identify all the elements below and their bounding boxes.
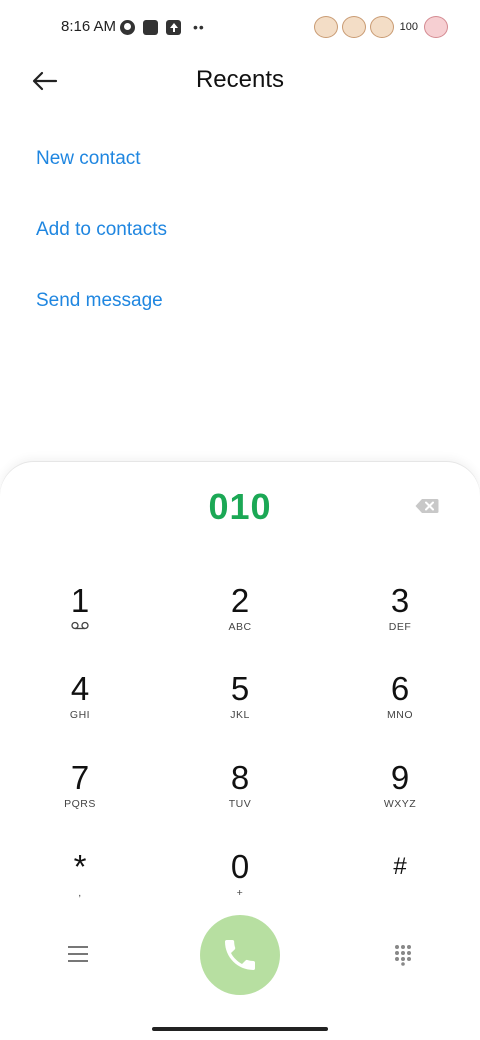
menu-button[interactable]	[68, 946, 88, 964]
keypad-icon	[395, 945, 411, 966]
battery-icon	[369, 16, 394, 38]
battery-level: 100	[399, 21, 418, 33]
wifi-icon	[341, 16, 366, 38]
page-title: Recents	[195, 66, 285, 93]
menu-icon	[68, 946, 88, 948]
key-letters: GHI	[69, 709, 91, 721]
key-letters: TUV	[228, 798, 252, 810]
keypad-toggle-button[interactable]	[394, 944, 412, 966]
key-4[interactable]: 4 GHI	[20, 670, 140, 722]
status-bar: 8:16 AM •• 100	[0, 0, 480, 56]
key-0[interactable]: 0 +	[180, 848, 300, 900]
phone-icon	[225, 940, 255, 970]
key-9[interactable]: 9 WXYZ	[340, 759, 460, 811]
key-letters: ,	[78, 887, 82, 899]
key-3[interactable]: 3 DEF	[340, 582, 460, 634]
signal-icon	[313, 16, 338, 38]
key-digit: 1	[70, 582, 90, 619]
key-digit: 4	[70, 670, 90, 707]
send-message-link[interactable]: Send message	[36, 290, 163, 312]
key-digit: *	[73, 848, 87, 885]
key-1[interactable]: 1	[20, 583, 140, 633]
app-notification-icon	[120, 19, 135, 35]
notification-icons: ••	[120, 19, 205, 35]
key-8[interactable]: 8 TUV	[180, 759, 300, 811]
backspace-icon	[415, 499, 439, 513]
key-5[interactable]: 5 JKL	[180, 670, 300, 722]
battery-decoration-icon	[424, 16, 448, 38]
add-to-contacts-link[interactable]: Add to contacts	[36, 219, 167, 241]
voicemail-icon	[20, 621, 140, 633]
upload-notification-icon	[166, 19, 181, 35]
key-2[interactable]: 2 ABC	[180, 582, 300, 634]
key-letters: PQRS	[64, 798, 96, 810]
more-notifications-indicator: ••	[193, 19, 205, 35]
status-time: 8:16 AM	[61, 18, 117, 35]
new-contact-link[interactable]: New contact	[36, 148, 141, 170]
key-letters: +	[236, 887, 244, 899]
key-hash[interactable]: #	[340, 849, 460, 887]
key-digit: 3	[390, 582, 410, 619]
key-digit: 8	[230, 759, 250, 796]
key-letters: WXYZ	[383, 798, 417, 810]
key-digit: 7	[70, 759, 90, 796]
key-digit: 5	[230, 670, 250, 707]
key-digit: 0	[230, 848, 250, 885]
dialed-number[interactable]: 010	[0, 486, 480, 528]
key-7[interactable]: 7 PQRS	[20, 759, 140, 811]
key-6[interactable]: 6 MNO	[340, 670, 460, 722]
key-star[interactable]: * ,	[20, 848, 140, 900]
home-indicator[interactable]	[152, 1027, 328, 1031]
key-letters: MNO	[387, 709, 413, 721]
call-button[interactable]	[200, 915, 280, 995]
square-notification-icon	[143, 19, 158, 35]
key-digit: 6	[390, 670, 410, 707]
system-icons: 100	[313, 16, 448, 38]
key-digit: #	[393, 853, 407, 880]
key-digit: 2	[230, 582, 250, 619]
key-digit: 9	[390, 759, 410, 796]
key-letters: JKL	[230, 709, 250, 721]
backspace-button[interactable]	[415, 498, 439, 514]
key-letters: ABC	[228, 621, 252, 633]
key-letters: DEF	[388, 621, 412, 633]
